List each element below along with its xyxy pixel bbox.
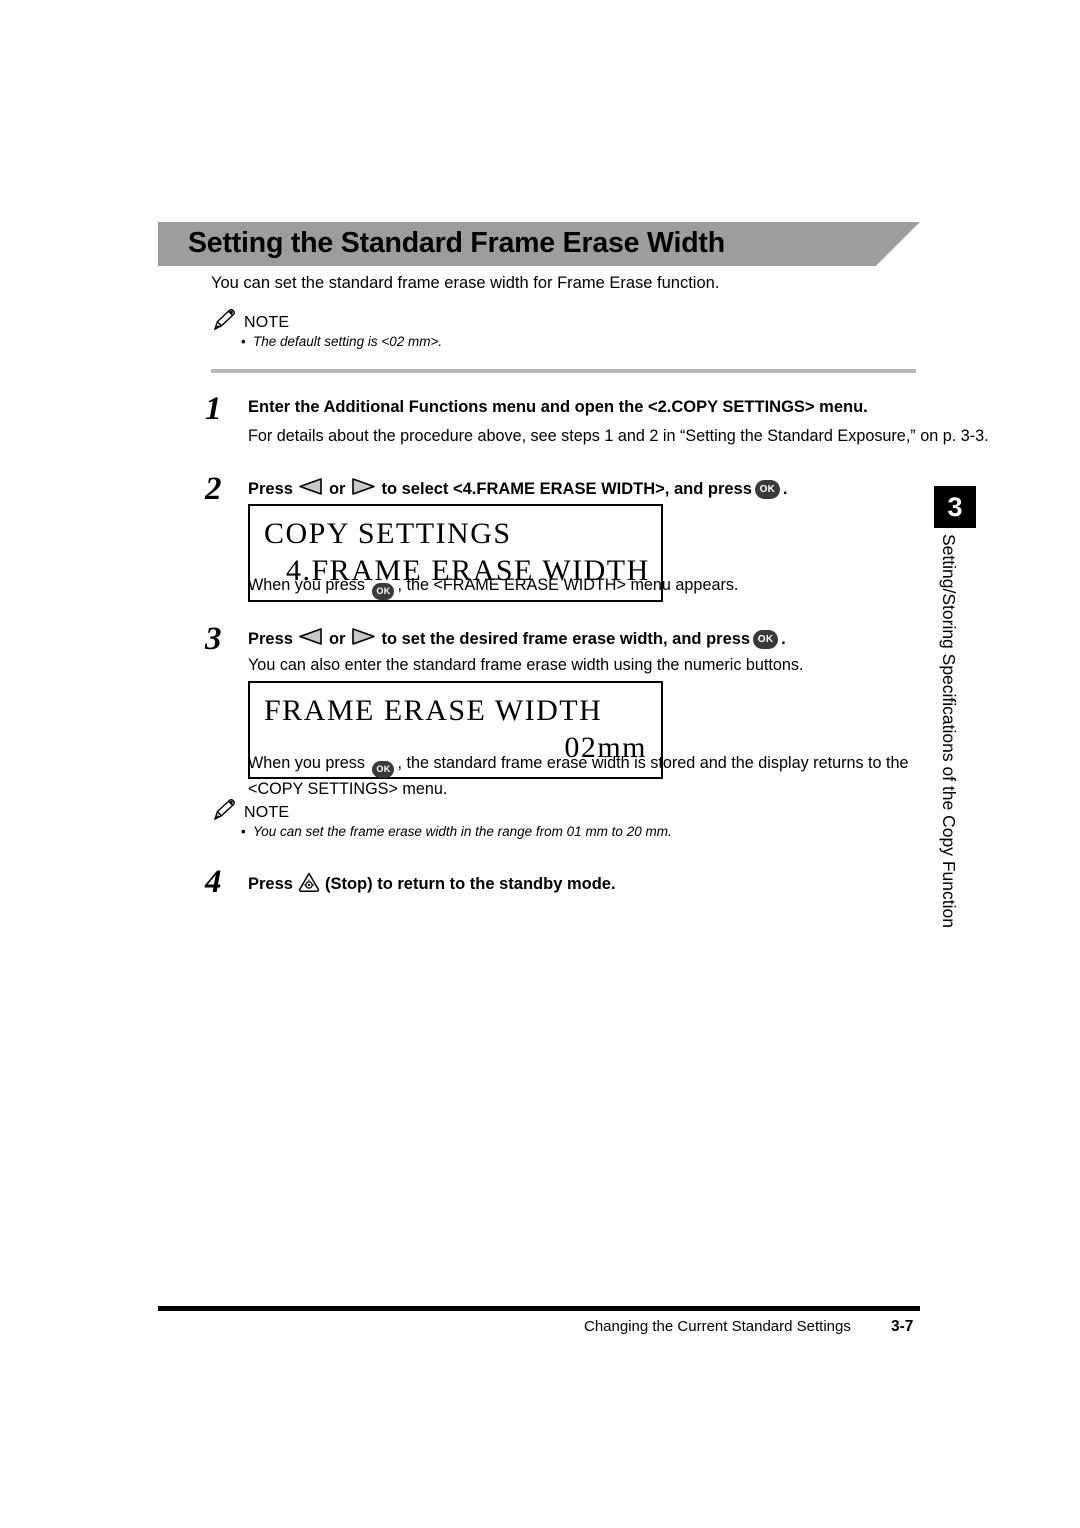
bullet-dot: • — [241, 824, 246, 839]
note-bullet-2: • You can set the frame erase width in th… — [241, 823, 672, 841]
step3-or-label: or — [328, 629, 346, 648]
step2-or-label: or — [328, 479, 346, 498]
right-arrow-key-icon — [350, 478, 376, 500]
section-header-banner: Setting the Standard Frame Erase Width — [158, 222, 920, 266]
left-arrow-key-icon — [298, 478, 324, 500]
note-bullet-text: You can set the frame erase width in the… — [253, 824, 672, 839]
right-arrow-key-icon — [350, 628, 376, 650]
note-bullet-text: The default setting is <02 mm>. — [253, 334, 443, 349]
page-title: Setting the Standard Frame Erase Width — [188, 226, 725, 259]
pencil-icon — [211, 308, 237, 337]
step3-set-label: to set the desired frame erase width, an… — [381, 629, 751, 648]
note-label: NOTE — [244, 803, 290, 821]
step3-press-label: Press — [248, 629, 293, 648]
lcd-line-1: COPY SETTINGS — [264, 517, 512, 550]
step2-body-pre: When you press — [248, 576, 365, 594]
footer-rule — [158, 1306, 920, 1311]
chapter-title-vertical: Setting/Storing Specifications of the Co… — [939, 534, 959, 928]
step2-press-label: Press — [248, 479, 293, 498]
step4-stop-label: (Stop) to return to the standby mode. — [324, 875, 616, 893]
note-label: NOTE — [244, 313, 290, 331]
step-body-1: For details about the procedure above, s… — [248, 427, 989, 445]
step2-select-label: to select <4.FRAME ERASE WIDTH>, and pre… — [381, 479, 752, 498]
footer-section-title: Changing the Current Standard Settings — [584, 1318, 851, 1335]
intro-paragraph: You can set the standard frame erase wid… — [211, 274, 720, 292]
step3-period: . — [781, 629, 786, 648]
ok-key-icon: OK — [754, 479, 780, 499]
left-arrow-key-icon — [298, 628, 324, 650]
step-number-3: 3 — [205, 621, 222, 657]
pencil-icon — [211, 798, 237, 827]
manual-page: Setting the Standard Frame Erase Width Y… — [0, 0, 1080, 1528]
note-bullet-1: • The default setting is <02 mm>. — [241, 333, 442, 351]
chapter-tab-box: 3 — [934, 486, 976, 528]
step-heading-3: Press or to set the desired frame erase … — [248, 628, 786, 650]
ok-key-icon: OK — [372, 761, 395, 778]
page-number: 3-7 — [891, 1318, 914, 1335]
step-body-2: When you press OK, the <FRAME ERASE WIDT… — [248, 574, 738, 600]
step-heading-1: Enter the Additional Functions menu and … — [248, 398, 868, 416]
step4-press-label: Press — [248, 875, 293, 893]
chapter-number: 3 — [947, 492, 963, 522]
ok-key-icon: OK — [372, 583, 395, 600]
ok-key-icon: OK — [753, 629, 779, 649]
step-number-2: 2 — [205, 471, 222, 507]
lcd-line-1: FRAME ERASE WIDTH — [264, 694, 603, 727]
section-divider — [211, 369, 916, 373]
step2-period: . — [782, 479, 788, 498]
bullet-dot: • — [241, 334, 246, 349]
step-body-3: You can also enter the standard frame er… — [248, 656, 804, 674]
step3-body2-pre: When you press — [248, 754, 365, 772]
step-heading-2: Press or to select <4.FRAME ERASE WIDTH>… — [248, 478, 787, 500]
step-body-3b: When you press OK, the standard frame er… — [248, 752, 920, 801]
step-number-1: 1 — [205, 391, 222, 427]
step-heading-4: Press (Stop) to return to the standby mo… — [248, 871, 616, 898]
step-number-4: 4 — [205, 864, 222, 900]
stop-key-icon — [297, 871, 321, 898]
step2-body-post: , the <FRAME ERASE WIDTH> menu appears. — [397, 576, 739, 594]
